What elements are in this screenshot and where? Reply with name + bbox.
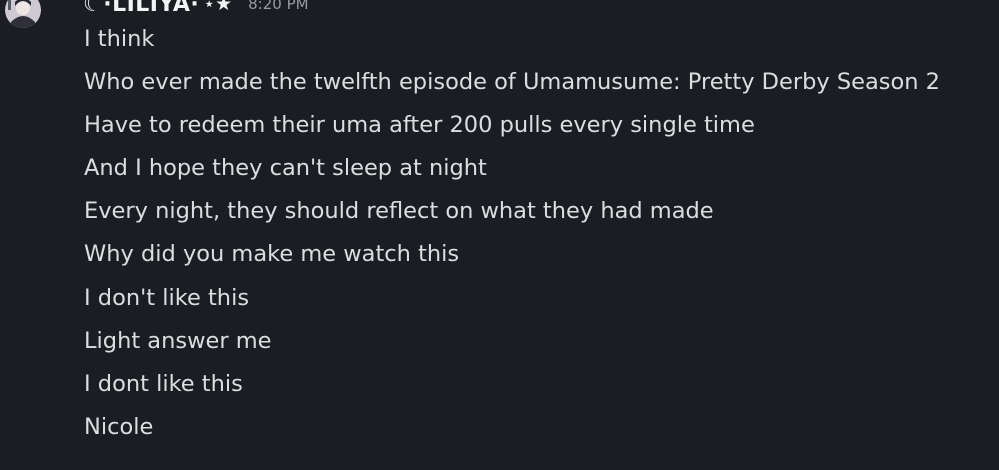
message-line[interactable]: I think xyxy=(84,20,940,63)
message-line[interactable]: Why did you make me watch this xyxy=(84,235,940,278)
username[interactable]: ☾·LILIYA· xyxy=(83,0,199,17)
user-avatar[interactable] xyxy=(5,0,41,28)
message-header: ☾·LILIYA· ⋆★ 8:20 PM xyxy=(83,0,309,17)
message-line[interactable]: And I hope they can't sleep at night xyxy=(84,149,940,192)
chat-message-group: ☾·LILIYA· ⋆★ 8:20 PM I think Who ever ma… xyxy=(0,0,999,470)
star-badge-icon: ⋆★ xyxy=(203,0,233,15)
message-timestamp[interactable]: 8:20 PM xyxy=(248,0,308,13)
message-line[interactable]: Every night, they should reflect on what… xyxy=(84,192,940,235)
message-list: I think Who ever made the twelfth episod… xyxy=(84,20,940,451)
message-line[interactable]: Who ever made the twelfth episode of Uma… xyxy=(84,63,940,106)
message-line[interactable]: Light answer me xyxy=(84,322,940,365)
message-line[interactable]: Nicole xyxy=(84,408,940,451)
message-line[interactable]: Have to redeem their uma after 200 pulls… xyxy=(84,106,940,149)
message-line[interactable]: I dont like this xyxy=(84,365,940,408)
avatar-image-icon xyxy=(5,0,41,28)
message-line[interactable]: I don't like this xyxy=(84,279,940,322)
